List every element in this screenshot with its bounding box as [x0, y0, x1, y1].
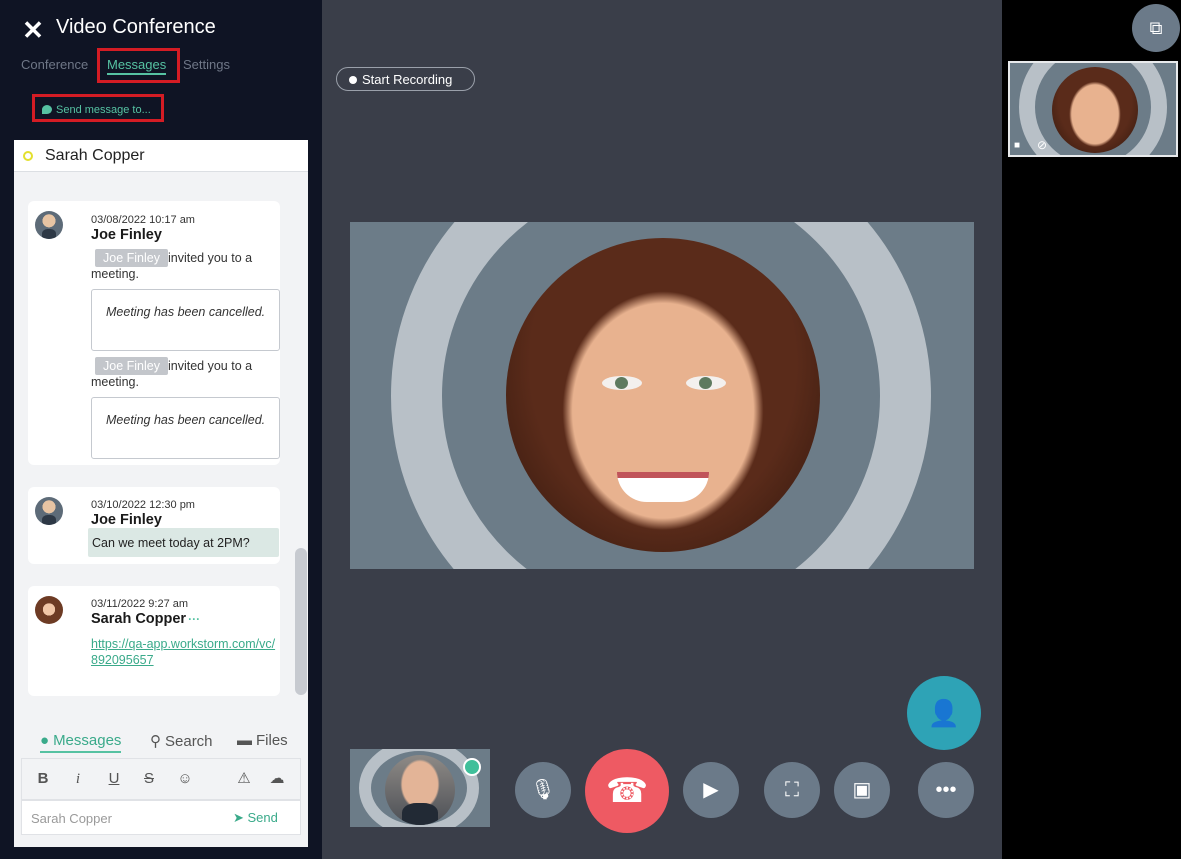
- video-stage: Start Recording 🎙 ☎ ▶ ⛶ ▣ ••• 👤: [322, 0, 1002, 859]
- send-button[interactable]: ➤ Send: [233, 810, 278, 826]
- tab-chat-search[interactable]: ⚲ Search: [150, 732, 213, 750]
- message-timestamp: 03/11/2022 9:27 am: [91, 598, 189, 610]
- send-message-to-button[interactable]: Send message to...: [32, 94, 164, 122]
- message-author: Joe Finley: [91, 512, 162, 528]
- send-icon: ➤: [233, 810, 248, 825]
- participants-strip: ⧉ ■ ⊘: [1002, 0, 1181, 859]
- underline-icon[interactable]: U: [103, 768, 125, 790]
- highlight-box: [97, 48, 180, 83]
- bold-icon[interactable]: B: [32, 768, 54, 790]
- signal-strength-icon: [463, 758, 481, 776]
- tab-chat-files[interactable]: ▬ Files: [237, 732, 288, 749]
- record-dot-icon: [349, 76, 357, 84]
- cloud-upload-icon[interactable]: ☁: [266, 768, 288, 790]
- screen-share-icon[interactable]: ⛶: [764, 762, 820, 818]
- format-toolbar: B i U S ☺ ⚠ ☁: [21, 758, 301, 800]
- video-off-icon: ■: [1014, 140, 1021, 151]
- video-off-icon[interactable]: ▶: [683, 762, 739, 818]
- mic-off-icon[interactable]: 🎙: [515, 762, 571, 818]
- message-input[interactable]: [31, 809, 221, 827]
- author-name: Sarah Copper: [91, 611, 187, 627]
- folder-icon: ▬: [237, 732, 252, 749]
- message-card: 03/08/2022 10:17 am Joe Finley Joe Finle…: [28, 201, 280, 465]
- mic-off-icon: ⊘: [1037, 138, 1048, 152]
- participant-avatar: [1052, 67, 1138, 153]
- add-person-button[interactable]: 👤: [907, 676, 981, 750]
- chat-header: Sarah Copper: [14, 140, 308, 172]
- avatar: [35, 211, 63, 239]
- main-video-tile: [350, 222, 974, 569]
- start-recording-button[interactable]: Start Recording: [336, 67, 475, 91]
- chat-bubble-icon: ●: [40, 732, 50, 749]
- message-timestamp: 03/08/2022 10:17 am: [91, 214, 195, 226]
- eye-shape: [686, 376, 726, 390]
- message-timestamp: 03/10/2022 12:30 pm: [91, 499, 195, 511]
- more-horizontal-icon[interactable]: •••: [918, 762, 974, 818]
- send-message-to-label: Send message to...: [56, 104, 151, 116]
- meeting-cancelled-box: Meeting has been cancelled.: [91, 397, 280, 459]
- tab-label: Search: [165, 733, 213, 750]
- mouth-shape: [617, 472, 709, 502]
- layout-icon[interactable]: ⧉: [1132, 4, 1180, 52]
- search-icon: ⚲: [150, 733, 161, 750]
- emoji-icon[interactable]: ☺: [174, 768, 196, 790]
- add-person-icon: 👤: [927, 698, 961, 728]
- tab-chat-messages[interactable]: ● Messages: [40, 732, 122, 753]
- meeting-cancelled-box: Meeting has been cancelled.: [91, 289, 280, 351]
- message-card: 03/11/2022 9:27 am Sarah Copper ··· https…: [28, 586, 280, 696]
- panel-title: Video Conference: [56, 16, 216, 38]
- strikethrough-icon[interactable]: S: [138, 768, 160, 790]
- contact-name: Sarah Copper: [45, 147, 145, 164]
- tab-label: Files: [256, 732, 288, 749]
- message-author: Joe Finley: [91, 227, 162, 243]
- record-label: Start Recording: [362, 72, 453, 87]
- avatar: [35, 497, 63, 525]
- chat-bubble-icon: [42, 105, 52, 114]
- image-icon[interactable]: ▣: [834, 762, 890, 818]
- participant-avatar: [506, 238, 820, 552]
- avatar: [35, 596, 63, 624]
- end-call-button[interactable]: ☎: [585, 749, 669, 833]
- participant-thumbnail[interactable]: ■ ⊘: [1008, 61, 1178, 157]
- tab-conference[interactable]: Conference: [21, 57, 88, 72]
- left-panel: ✕ Video Conference Conference Messages S…: [0, 0, 322, 859]
- status-indicator: [23, 151, 33, 161]
- self-avatar: [385, 755, 455, 825]
- meeting-link[interactable]: https://qa-app.workstorm.com/vc/89209565…: [91, 636, 281, 668]
- eye-shape: [602, 376, 642, 390]
- more-dots-icon[interactable]: ···: [188, 612, 200, 626]
- message-card: 03/10/2022 12:30 pm Joe Finley Can we me…: [28, 487, 280, 564]
- close-icon[interactable]: ✕: [22, 17, 44, 43]
- send-label: Send: [247, 810, 278, 825]
- invite-text: invited you to a meeting.: [91, 359, 253, 389]
- scrollbar[interactable]: [295, 548, 307, 695]
- message-composer: ➤ Send: [21, 800, 301, 835]
- phone-hangup-icon: ☎: [605, 772, 649, 810]
- message-text: Can we meet today at 2PM?: [88, 528, 279, 557]
- chat-panel: Sarah Copper 03/08/2022 10:17 am Joe Fin…: [14, 140, 308, 847]
- tab-label: Messages: [53, 732, 122, 749]
- tab-settings[interactable]: Settings: [183, 57, 230, 72]
- alert-icon[interactable]: ⚠: [233, 768, 255, 790]
- invite-text: invited you to a meeting.: [91, 251, 253, 281]
- italic-icon[interactable]: i: [67, 768, 89, 790]
- self-video-tile[interactable]: [350, 749, 490, 827]
- message-author: Sarah Copper ···: [91, 611, 200, 627]
